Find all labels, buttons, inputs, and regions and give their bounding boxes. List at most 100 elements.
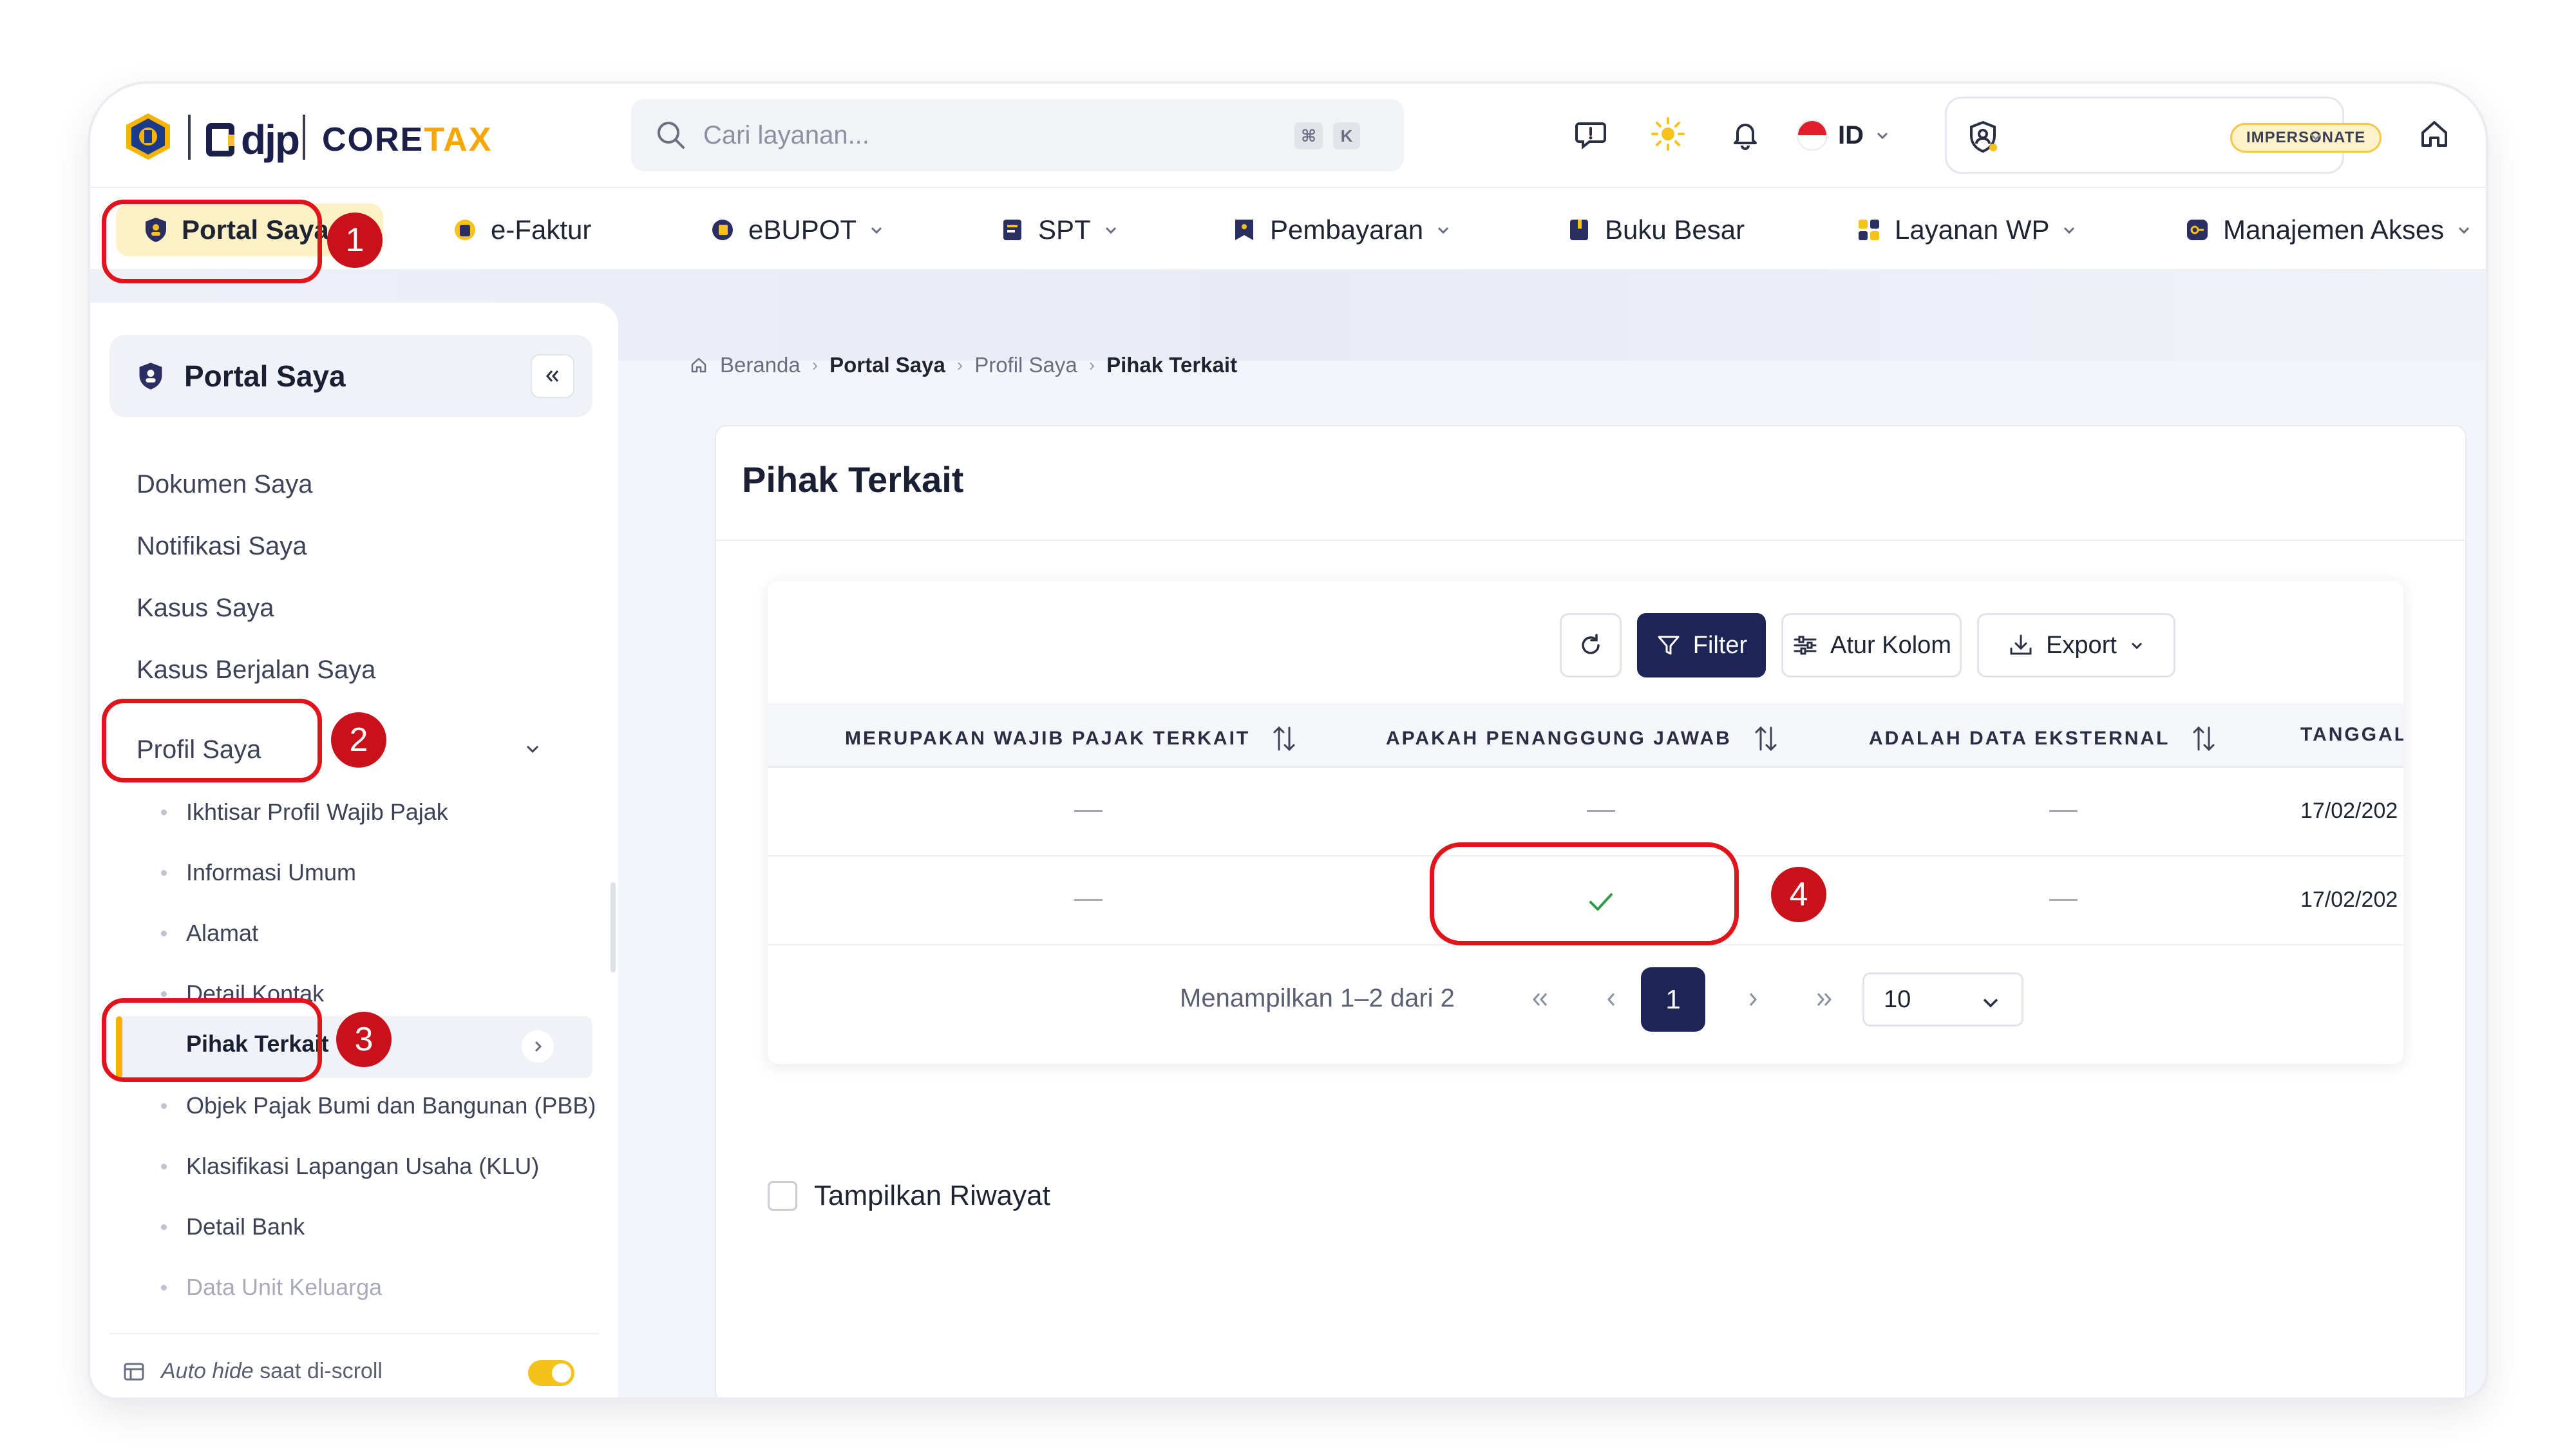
- nav-e-faktur[interactable]: e-Faktur: [451, 204, 591, 256]
- last-page-button[interactable]: [1804, 980, 1843, 1019]
- impersonate-badge: IMPERSONATE: [2230, 123, 2382, 153]
- home-icon[interactable]: [2415, 115, 2454, 153]
- chevron-down-icon: [1983, 998, 1998, 1008]
- empty-value-dash: [1074, 810, 1103, 812]
- payment-icon: [1235, 220, 1253, 240]
- column-header-tanggal[interactable]: TANGGAL: [2300, 724, 2403, 746]
- sidebar-subitem-label: Klasifikasi Lapangan Usaha (KLU): [186, 1153, 540, 1179]
- sidebar-subitem-detail-bank[interactable]: Detail Bank: [161, 1213, 305, 1240]
- kemenkeu-emblem-icon: [126, 113, 170, 160]
- column-header-label: MERUPAKAN WAJIB PAJAK TERKAIT: [845, 728, 1251, 749]
- empty-value-dash: [2049, 810, 2078, 812]
- breadcrumb-beranda[interactable]: Beranda: [720, 353, 800, 377]
- sidebar-subitem-alamat[interactable]: Alamat: [161, 920, 258, 947]
- nav-ebupot[interactable]: eBUPOT: [708, 204, 885, 256]
- show-history-option[interactable]: Tampilkan Riwayat: [768, 1180, 1050, 1212]
- sidebar-subitem-objek-pajak-pbb[interactable]: Objek Pajak Bumi dan Bangunan (PBB): [161, 1092, 596, 1119]
- table-row[interactable]: 17/02/202: [768, 769, 2403, 857]
- chevron-down-icon: [2310, 133, 2322, 141]
- filter-button-label: Filter: [1692, 631, 1748, 659]
- column-header-label: APAKAH PENANGGUNG JAWAB: [1386, 728, 1732, 749]
- empty-value-dash: [1587, 810, 1615, 812]
- nav-spt-label: SPT: [1038, 214, 1091, 245]
- sidebar-subitem-informasi-umum[interactable]: Informasi Umum: [161, 859, 356, 886]
- chevrons-left-icon: [546, 370, 559, 382]
- nav-pembayaran[interactable]: Pembayaran: [1230, 204, 1452, 256]
- annotation-number-2: 2: [331, 712, 386, 768]
- shield-icon: [146, 218, 166, 242]
- access-key-icon: [2187, 220, 2208, 240]
- language-selector[interactable]: ID: [1797, 109, 1891, 161]
- breadcrumb-profil-saya[interactable]: Profil Saya: [974, 353, 1077, 377]
- chevron-right-icon[interactable]: [522, 1030, 554, 1063]
- chevron-down-icon[interactable]: [522, 738, 544, 760]
- sidebar-subitem-label: Ikhtisar Profil Wajib Pajak: [186, 799, 448, 825]
- language-code: ID: [1838, 120, 1864, 149]
- spt-document-icon: [1003, 220, 1021, 240]
- ebupot-icon: [712, 220, 733, 240]
- bullet-dot: [161, 809, 167, 815]
- coretax-logo-core: CORE: [322, 121, 424, 158]
- data-table-card: Filter Atur Kolom Export MERUPAKAN WAJIB…: [768, 581, 2403, 1064]
- sidebar-subitem-data-unit-keluarga[interactable]: Data Unit Keluarga: [161, 1274, 382, 1301]
- sort-icon: [1755, 726, 1777, 752]
- page-size-select[interactable]: 10: [1862, 972, 2023, 1027]
- sort-icon: [2193, 726, 2215, 752]
- page-button-current[interactable]: 1: [1641, 967, 1705, 1032]
- auto-hide-toggle[interactable]: [528, 1360, 574, 1386]
- sidebar-subitem-label: Pihak Terkait: [186, 1030, 329, 1057]
- empty-value-dash: [2049, 899, 2078, 901]
- feedback-icon[interactable]: [1571, 115, 1610, 153]
- sidebar-subitem-pihak-terkait[interactable]: Pihak Terkait: [161, 1030, 328, 1057]
- next-page-button[interactable]: [1734, 980, 1772, 1019]
- services-grid-icon: [1859, 220, 1879, 240]
- column-header-label: TANGGAL: [2300, 724, 2403, 745]
- shortcut-cmd-key: ⌘: [1294, 122, 1323, 149]
- sidebar-subitem-label: Informasi Umum: [186, 859, 357, 886]
- nav-spt[interactable]: SPT: [998, 204, 1119, 256]
- breadcrumb-pihak-terkait: Pihak Terkait: [1106, 353, 1238, 377]
- first-page-button[interactable]: [1521, 980, 1560, 1019]
- sidebar-item-notifikasi-saya[interactable]: Notifikasi Saya: [137, 532, 307, 561]
- nav-buku-besar[interactable]: Buku Besar: [1565, 204, 1745, 256]
- indonesia-flag-icon: [1797, 120, 1828, 151]
- e-faktur-icon: [455, 220, 475, 240]
- logo-divider: [303, 115, 305, 160]
- nav-layanan-wp[interactable]: Layanan WP: [1855, 204, 2078, 256]
- refresh-button[interactable]: [1560, 613, 1622, 677]
- bullet-dot: [161, 1284, 167, 1291]
- chevron-down-icon: [2064, 227, 2075, 234]
- column-header-wajib-pajak-terkait[interactable]: MERUPAKAN WAJIB PAJAK TERKAIT: [845, 724, 1299, 753]
- collapse-sidebar-button[interactable]: [531, 354, 574, 398]
- bullet-dot: [161, 1224, 167, 1230]
- user-account-menu[interactable]: IMPERSONATE: [1945, 97, 2382, 174]
- sidebar-subitem-ikhtisar-profil[interactable]: Ikhtisar Profil Wajib Pajak: [161, 799, 448, 826]
- nav-manajemen-akses[interactable]: Manajemen Akses: [2183, 204, 2472, 256]
- sidebar-item-dokumen-saya[interactable]: Dokumen Saya: [137, 470, 312, 499]
- sidebar-scrollbar[interactable]: [611, 882, 616, 972]
- chevron-down-icon: [2131, 642, 2142, 650]
- sidebar-item-kasus-saya[interactable]: Kasus Saya: [137, 594, 274, 623]
- table-row[interactable]: 17/02/202: [768, 858, 2403, 945]
- search-input[interactable]: Cari layanan... ⌘ K: [631, 99, 1404, 171]
- column-header-data-eksternal[interactable]: ADALAH DATA EKSTERNAL: [1869, 724, 2219, 753]
- column-settings-button[interactable]: Atur Kolom: [1781, 613, 1962, 677]
- sidebar-divider: [109, 1333, 599, 1334]
- chevron-down-icon: [2459, 227, 2470, 234]
- sidebar-subitem-klu[interactable]: Klasifikasi Lapangan Usaha (KLU): [161, 1153, 539, 1180]
- sun-theme-icon[interactable]: [1649, 115, 1687, 153]
- sidebar-item-kasus-berjalan-saya[interactable]: Kasus Berjalan Saya: [137, 656, 375, 685]
- column-header-penanggung-jawab[interactable]: APAKAH PENANGGUNG JAWAB: [1386, 724, 1781, 753]
- coretax-logo-tax: TAX: [424, 121, 493, 158]
- show-history-checkbox[interactable]: [768, 1181, 797, 1211]
- bell-notification-icon[interactable]: [1726, 115, 1765, 153]
- chevron-left-icon: [1607, 993, 1615, 1006]
- previous-page-button[interactable]: [1592, 980, 1631, 1019]
- djp-logo: djp: [206, 117, 300, 163]
- sidebar-item-profil-saya[interactable]: Profil Saya: [137, 735, 261, 764]
- breadcrumb-portal-saya[interactable]: Portal Saya: [829, 353, 945, 377]
- filter-button[interactable]: Filter: [1637, 613, 1766, 677]
- auto-hide-label: Auto hide saat di-scroll: [161, 1359, 383, 1384]
- export-button[interactable]: Export: [1977, 613, 2175, 677]
- sidebar-subitem-detail-kontak[interactable]: Detail Kontak: [161, 980, 324, 1007]
